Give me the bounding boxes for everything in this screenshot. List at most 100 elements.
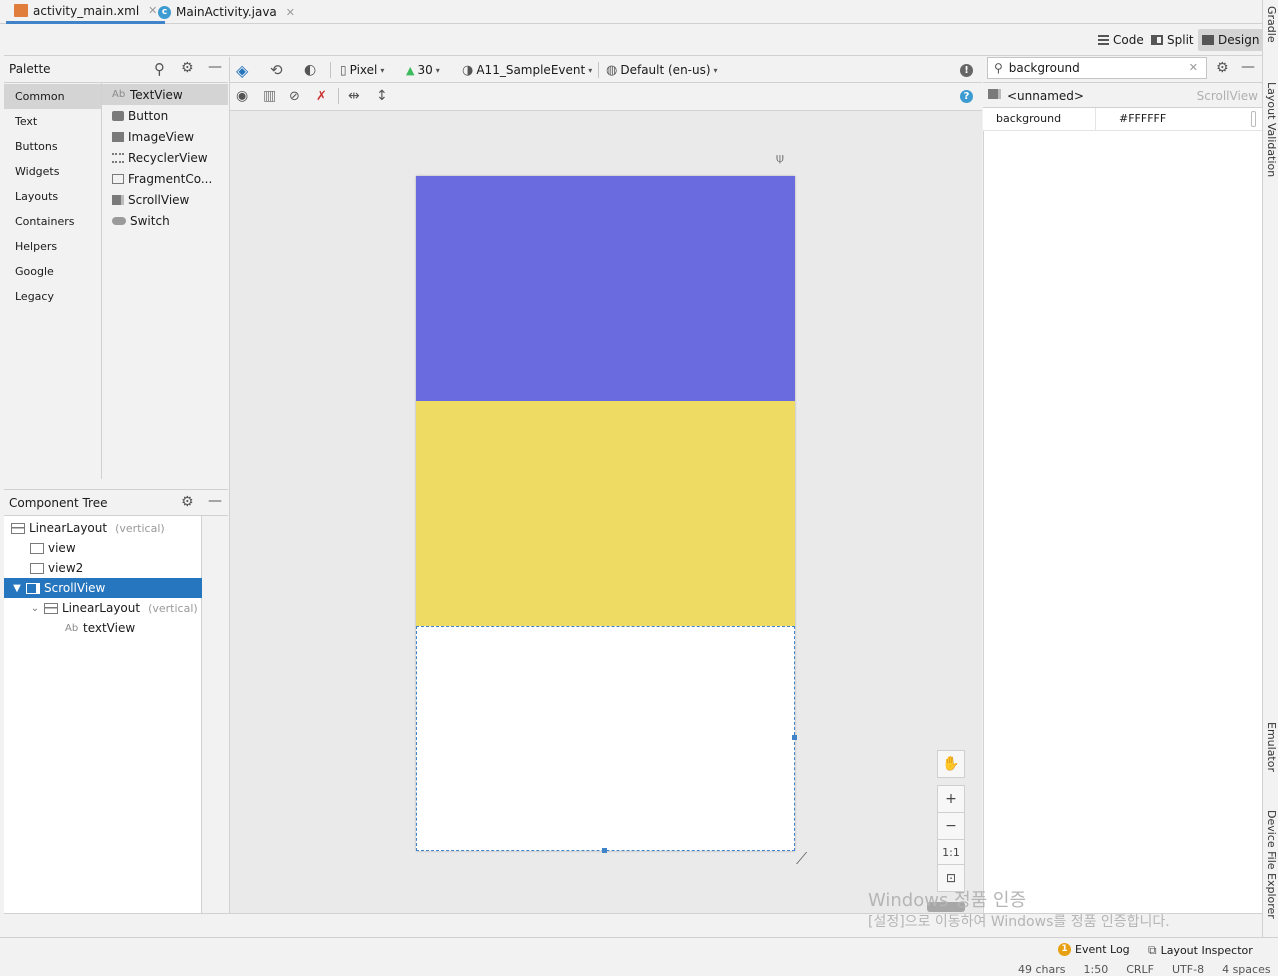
minimize-icon[interactable]: — (1241, 59, 1255, 75)
tab-main-activity[interactable]: c MainActivity.java ✕ (150, 0, 303, 24)
night-mode-icon[interactable]: ◐ (304, 60, 316, 80)
code-mode-button[interactable]: Code (1094, 29, 1148, 51)
locale-dropdown[interactable]: ◍ Default (en-us) ▾ (606, 60, 718, 80)
attribute-search-input[interactable]: ⚲ background ✕ (987, 57, 1207, 79)
minimize-icon[interactable]: — (208, 59, 222, 75)
pan-hand-icon[interactable]: ✋ (937, 750, 965, 778)
api-dropdown[interactable]: ▲ 30 ▾ (406, 60, 440, 80)
component-id: <unnamed> (1007, 89, 1084, 103)
palette-item-imageview[interactable]: ImageView (102, 126, 228, 147)
tree-node-hint: (vertical) (148, 601, 198, 615)
palette-item-button[interactable]: Button (102, 105, 228, 126)
palette-category-layouts[interactable]: Layouts (4, 184, 101, 209)
pack-horizontal-icon[interactable]: ⇹ (348, 86, 360, 106)
clear-constraints-icon[interactable]: ✗ (316, 86, 327, 106)
design-mode-button[interactable]: Design (1198, 29, 1264, 51)
search-icon[interactable]: ⚲ (154, 60, 165, 78)
tree-node-scrollview[interactable]: ▼ ScrollView (4, 578, 202, 598)
tree-node-root-linearlayout[interactable]: LinearLayout (vertical) (4, 518, 202, 538)
layout-validation-tool-button[interactable]: Layout Validation (1265, 82, 1278, 177)
gradle-tool-button[interactable]: Gradle (1265, 6, 1278, 43)
palette-category-containers[interactable]: Containers (4, 209, 101, 234)
column-divider (1095, 108, 1096, 130)
zoom-in-button[interactable]: + (937, 785, 965, 813)
palette-categories: Common Text Buttons Widgets Layouts Cont… (4, 83, 102, 479)
toolbar-separator (598, 62, 599, 78)
event-log-button[interactable]: 1 Event Log (1058, 943, 1130, 956)
palette-item-recyclerview[interactable]: RecyclerView (102, 147, 228, 168)
tree-node-inner-linearlayout[interactable]: ⌄ LinearLayout (vertical) (4, 598, 202, 618)
component-type: ScrollView (1196, 89, 1258, 103)
palette-category-helpers[interactable]: Helpers (4, 234, 101, 259)
view2-block[interactable] (416, 401, 795, 626)
line-separator[interactable]: CRLF (1126, 963, 1154, 976)
tab-activity-main[interactable]: activity_main.xml ✕ (6, 0, 166, 24)
palette-category-buttons[interactable]: Buttons (4, 134, 101, 159)
image-icon (112, 131, 124, 142)
blueprint-icon[interactable]: ▥ (263, 86, 276, 106)
indent-setting[interactable]: 4 spaces (1222, 963, 1271, 976)
gear-icon[interactable]: ⚙ (181, 494, 194, 510)
device-file-explorer-tool-button[interactable]: Device File Explorer (1265, 810, 1278, 919)
gear-icon[interactable]: ⚙ (181, 60, 194, 76)
palette-category-legacy[interactable]: Legacy (4, 284, 101, 309)
magnet-off-icon[interactable]: ⊘ (289, 86, 300, 106)
resize-handle-icon[interactable]: ⟋ (796, 849, 807, 869)
pack-vertical-icon[interactable]: ↕ (376, 86, 388, 106)
palette-item-label: RecyclerView (128, 150, 208, 165)
theme-label: A11_SampleEvent (476, 63, 586, 77)
tree-node-view2[interactable]: view2 (4, 558, 202, 578)
close-icon[interactable]: ✕ (286, 6, 295, 19)
eye-icon[interactable]: ◉ (236, 86, 248, 106)
panel-splitter[interactable] (4, 479, 228, 489)
tree-node-textview[interactable]: Ab textView (4, 618, 202, 638)
selected-component-row: <unnamed> ScrollView (983, 83, 1262, 108)
gear-icon[interactable]: ⚙ (1216, 60, 1229, 76)
clear-icon[interactable]: ✕ (1189, 61, 1198, 74)
palette-category-common[interactable]: Common (4, 84, 101, 109)
resize-handle[interactable] (602, 848, 607, 853)
resize-handle[interactable] (792, 735, 797, 740)
palette-item-fragmentcontainer[interactable]: FragmentCo... (102, 168, 228, 189)
palette-header: Palette ⚲ ⚙ — (4, 57, 228, 83)
device-preview (416, 176, 797, 853)
palette-item-label: ScrollView (128, 192, 190, 207)
file-encoding[interactable]: UTF-8 (1172, 963, 1204, 976)
minimize-icon[interactable]: — (208, 493, 222, 509)
scrollview-icon (988, 89, 1001, 99)
design-toolbar-secondary: ◉ ▥ ⊘ ✗ ⇹ ↕ ? (229, 83, 982, 111)
event-count-badge: 1 (1058, 943, 1071, 956)
device-dropdown[interactable]: ▯ Pixel ▾ (340, 60, 384, 80)
pin-icon[interactable]: ⍦ (776, 151, 784, 166)
palette-item-label: TextView (130, 87, 183, 102)
color-picker-swatch[interactable] (1251, 111, 1256, 127)
zoom-actual-button[interactable]: 1:1 (937, 839, 965, 867)
split-mode-button[interactable]: Split (1147, 29, 1198, 51)
component-tree: LinearLayout (vertical) view view2 ▼ Scr… (4, 516, 202, 913)
attribute-value-field[interactable]: #FFFFFF (1119, 112, 1166, 125)
palette-category-widgets[interactable]: Widgets (4, 159, 101, 184)
issues-icon[interactable]: ! (960, 60, 973, 80)
zoom-out-button[interactable]: − (937, 812, 965, 840)
palette-category-google[interactable]: Google (4, 259, 101, 284)
emulator-tool-button[interactable]: Emulator (1265, 722, 1278, 772)
layout-inspector-button[interactable]: ⧉ Layout Inspector (1148, 943, 1253, 958)
theme-dropdown[interactable]: ◑ A11_SampleEvent ▾ (462, 60, 592, 80)
button-icon (112, 110, 124, 121)
chevron-down-icon[interactable]: ▼ (12, 583, 22, 594)
chevron-down-icon: ▾ (713, 65, 718, 75)
palette-item-scrollview[interactable]: ScrollView (102, 189, 228, 210)
caret-position[interactable]: 1:50 (1084, 963, 1109, 976)
phone-icon: ▯ (340, 63, 347, 77)
scrollview-block[interactable] (416, 626, 797, 853)
layers-icon[interactable]: ◈ (236, 60, 248, 80)
chevron-down-icon[interactable]: ⌄ (30, 603, 40, 614)
view-block[interactable] (416, 176, 795, 401)
tree-node-hint: (vertical) (115, 521, 165, 535)
palette-item-textview[interactable]: Ab TextView (102, 84, 228, 105)
tree-node-view[interactable]: view (4, 538, 202, 558)
help-icon[interactable]: ? (960, 86, 973, 106)
orientation-icon[interactable]: ⟲ (270, 60, 283, 80)
palette-item-switch[interactable]: Switch (102, 210, 228, 231)
palette-category-text[interactable]: Text (4, 109, 101, 134)
